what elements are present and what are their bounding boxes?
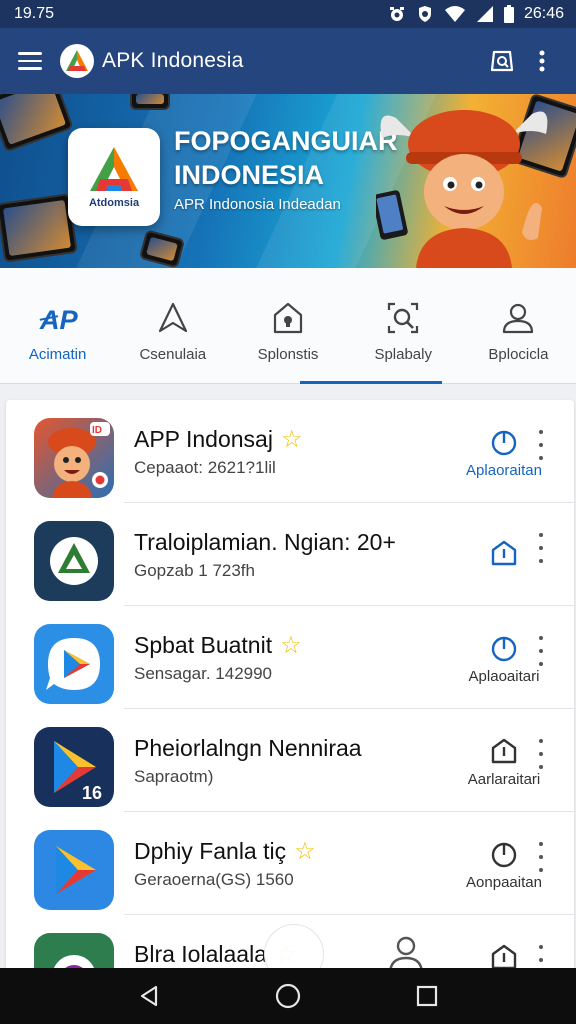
banner-logo: Atdomsia	[68, 128, 160, 226]
app-name: Pheiorlalngn Nenniraa	[134, 735, 362, 761]
star-icon: ☆	[280, 425, 303, 453]
recents-icon[interactable]	[403, 972, 451, 1020]
list-item[interactable]: Spbat Buatnit ☆ Sensagar. 142990 Aplaoait…	[6, 606, 574, 709]
lock-home-icon	[268, 298, 308, 338]
banner-title-line1: FOPOGANGUIAR	[174, 126, 398, 156]
tab-3[interactable]: Splabaly	[346, 268, 461, 383]
list-item[interactable]: Traloiplamian. Ngian: 20+ Gopzab 1 723fh	[6, 503, 574, 606]
info-house-icon	[491, 944, 517, 970]
home-icon[interactable]	[264, 972, 312, 1020]
app-bar: APK Indonesia	[0, 28, 576, 94]
info-house-icon	[491, 540, 517, 566]
play-16-icon: 16	[34, 727, 114, 807]
user-icon	[498, 298, 538, 338]
list-item[interactable]: 16 Pheiorlalngn Nenniraa Sapraotm) Aarla…	[6, 709, 574, 812]
app-name: Traloiplamian. Ngian: 20+	[134, 529, 396, 555]
more-vert-icon[interactable]	[522, 41, 562, 81]
play-blue-icon	[34, 830, 114, 910]
app-name: Spbat Buatnit ☆	[134, 631, 302, 659]
phone-graphic	[0, 94, 74, 153]
tab-label: Csenulaia	[139, 346, 207, 363]
power-icon	[491, 842, 517, 868]
search-frame-icon	[383, 298, 423, 338]
star-icon: ☆	[280, 631, 302, 659]
app-meta: Sapraotm)	[134, 767, 214, 786]
tab-2[interactable]: Splonstis	[230, 268, 345, 383]
app-meta: Cepaaot: 2621?1lil	[134, 458, 276, 477]
app-name: APP Indonsaj ☆	[134, 425, 303, 453]
back-icon[interactable]	[125, 972, 173, 1020]
svg-text:16: 16	[82, 783, 102, 803]
triangle-logo-icon	[34, 521, 114, 601]
system-nav-bar	[0, 968, 576, 1024]
app-meta: Sensagar. 142990	[134, 664, 273, 683]
banner-subtitle: APR Indonosia Indeadan	[174, 196, 341, 213]
tab-label: Splabaly	[374, 346, 432, 363]
more-vert-icon[interactable]	[534, 842, 548, 872]
status-time: 19.75	[14, 5, 55, 22]
action-label: Aplaoaitari	[468, 668, 540, 685]
app-title: APK Indonesia	[102, 49, 244, 72]
action-label: Aplaoraitan	[466, 462, 542, 479]
status-clock: 26:46	[523, 5, 564, 22]
app-list: ID APP Indonsaj ☆ Cepaaot: 2621?1lil Apla…	[6, 400, 574, 1000]
alarm-icon	[388, 5, 406, 23]
power-icon	[491, 636, 517, 662]
banner-title: FOPOGANGUIAR INDONESIA	[174, 124, 398, 192]
mascot-illustration	[376, 110, 548, 268]
phone-graphic	[0, 193, 78, 263]
tab-label: Splonstis	[257, 346, 319, 363]
banner-title-line2: INDONESIA	[174, 160, 325, 190]
more-vert-icon[interactable]	[534, 739, 548, 769]
app-meta: Geraoerna(GS) 1560	[134, 870, 294, 889]
tab-4[interactable]: Bplocicla	[461, 268, 576, 383]
app-meta: Gopzab 1 723fh	[134, 561, 255, 580]
banner-logo-text: Atdomsia	[88, 197, 140, 209]
mascot-icon: ID	[34, 418, 114, 498]
power-icon	[491, 430, 517, 456]
shield-icon	[416, 5, 434, 23]
category-tabs: AP Acimatin Csenulaia Splonstis Splabaly…	[0, 268, 576, 384]
info-house-icon	[491, 738, 517, 764]
action-label: Aonpaaitan	[466, 874, 542, 891]
app-name: Dphiy Fanla tiç ☆	[134, 837, 316, 865]
action-label: Aarlaraitari	[467, 771, 541, 788]
app-logo	[60, 44, 94, 78]
tab-label: Bplocicla	[488, 346, 549, 363]
signal-icon	[476, 5, 494, 23]
phone-graphic	[130, 94, 170, 110]
tab-0[interactable]: AP Acimatin	[0, 268, 115, 383]
battery-icon	[503, 5, 514, 23]
search-icon[interactable]	[482, 41, 522, 81]
status-icons: 26:46	[388, 5, 564, 23]
list-item[interactable]: ID APP Indonsaj ☆ Cepaaot: 2621?1lil Apla…	[6, 400, 574, 503]
svg-text:ID: ID	[92, 425, 102, 436]
navigation-icon	[153, 298, 193, 338]
menu-icon[interactable]	[18, 47, 46, 75]
list-item[interactable]: Dphiy Fanla tiç ☆ Geraoerna(GS) 1560 Aonp…	[6, 812, 574, 915]
more-vert-icon[interactable]	[534, 533, 548, 563]
more-vert-icon[interactable]	[534, 430, 548, 460]
star-icon: ☆	[294, 837, 316, 865]
tab-1[interactable]: Csenulaia	[115, 268, 230, 383]
more-vert-icon[interactable]	[534, 636, 548, 666]
tab-label: Acimatin	[28, 346, 87, 363]
wifi-icon	[444, 5, 466, 23]
ap-logo-icon: AP	[38, 298, 77, 338]
tab-indicator	[300, 381, 442, 384]
promo-banner[interactable]: Atdomsia FOPOGANGUIAR INDONESIA APR Indo…	[0, 94, 576, 268]
play-chat-icon	[34, 624, 114, 704]
status-bar: 19.75 26:46	[0, 0, 576, 28]
